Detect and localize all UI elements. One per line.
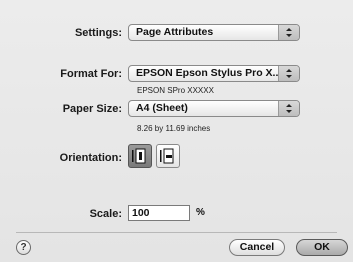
help-button[interactable]: ?: [16, 240, 31, 255]
portrait-orientation-icon: [132, 148, 146, 164]
settings-popup[interactable]: Page Attributes: [128, 24, 300, 41]
paper-dimensions-text: 8.26 by 11.69 inches: [137, 124, 211, 133]
popup-arrows-icon: [278, 25, 299, 40]
orientation-landscape-button[interactable]: [156, 144, 180, 168]
paper-size-popup[interactable]: A4 (Sheet): [128, 100, 300, 117]
format-for-value: EPSON Epson Stylus Pro X...: [136, 67, 282, 79]
scale-unit: %: [196, 207, 205, 218]
format-for-popup[interactable]: EPSON Epson Stylus Pro X...: [128, 65, 300, 82]
settings-label: Settings:: [74, 27, 122, 39]
paper-size-value: A4 (Sheet): [136, 102, 188, 114]
printer-model-text: EPSON SPro XXXXX: [137, 86, 214, 95]
popup-arrows-icon: [278, 101, 299, 116]
page-setup-dialog: Settings: Page Attributes Format For: EP…: [0, 0, 353, 262]
scale-input[interactable]: 100: [128, 205, 190, 221]
ok-button[interactable]: OK: [296, 239, 348, 256]
scale-label: Scale:: [89, 208, 122, 220]
cancel-button[interactable]: Cancel: [229, 239, 285, 256]
format-for-label: Format For:: [60, 68, 122, 80]
popup-arrows-icon: [278, 66, 299, 81]
paper-size-label: Paper Size:: [62, 103, 122, 115]
orientation-label: Orientation:: [59, 152, 122, 164]
landscape-orientation-icon: [160, 148, 174, 164]
settings-value: Page Attributes: [136, 26, 214, 38]
orientation-portrait-button[interactable]: [128, 144, 152, 168]
divider: [16, 232, 337, 233]
